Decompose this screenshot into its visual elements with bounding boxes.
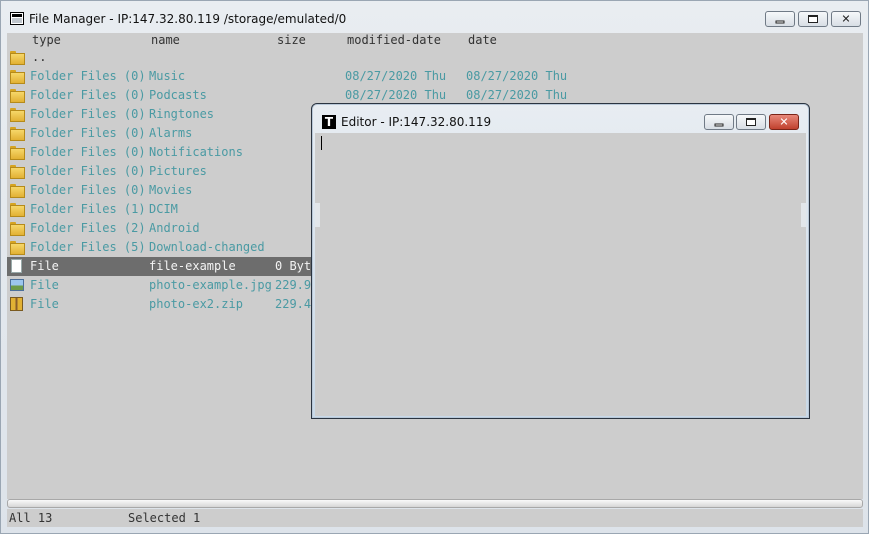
folder-row[interactable]: Folder Files (0) Alarms — [7, 124, 312, 143]
status-selected-count: Selected 1 — [128, 511, 201, 525]
status-all-count: All 13 — [9, 511, 53, 525]
minimize-icon — [775, 20, 785, 24]
row-name-cell: Podcasts — [149, 88, 207, 102]
row-name-cell: Pictures — [149, 164, 207, 178]
editor-close-button[interactable]: ✕ — [769, 114, 799, 130]
row-name-cell: file-example — [149, 259, 236, 273]
parent-directory-row[interactable]: .. — [7, 48, 312, 67]
column-header-modified-date[interactable]: modified-date — [347, 33, 441, 49]
column-header-type[interactable]: type — [32, 33, 61, 49]
text-caret — [321, 136, 322, 150]
status-bar: All 13 Selected 1 — [7, 509, 863, 527]
editor-titlebar[interactable]: T Editor - IP:147.32.80.119 ✕ — [312, 104, 809, 134]
row-name-cell: Ringtones — [149, 107, 215, 121]
maximize-button[interactable] — [798, 11, 828, 27]
editor-window: T Editor - IP:147.32.80.119 ✕ — [311, 103, 810, 419]
file-manager-titlebar[interactable]: File Manager - IP:147.32.80.119 /storage… — [1, 1, 868, 33]
editor-right-edge — [801, 203, 806, 227]
editor-minimize-button[interactable] — [704, 114, 734, 130]
folder-row[interactable]: Folder Files (5) Download-changed — [7, 238, 312, 257]
editor-left-edge — [315, 203, 320, 227]
row-type-cell: File — [30, 278, 59, 292]
folder-icon — [10, 51, 25, 65]
window-title: File Manager - IP:147.32.80.119 /storage… — [29, 12, 347, 26]
row-name-cell: Movies — [149, 183, 193, 197]
editor-title: Editor - IP:147.32.80.119 — [341, 115, 492, 129]
row-date-cell: 08/27/2020 Thu — [466, 69, 568, 83]
row-name-cell: Android — [149, 221, 200, 235]
folder-row[interactable]: Folder Files (0) Ringtones — [7, 105, 312, 124]
row-type-cell: Folder Files (0) — [30, 88, 146, 102]
folder-row[interactable]: Folder Files (1) DCIM — [7, 200, 312, 219]
row-name-cell: Alarms — [149, 126, 193, 140]
row-type-cell: Folder Files (5) — [30, 240, 146, 254]
file-manager-app-icon — [10, 12, 24, 25]
minimize-button[interactable] — [765, 11, 795, 27]
parent-directory-label: .. — [32, 50, 47, 64]
folder-icon — [10, 127, 25, 141]
folder-icon — [10, 146, 25, 160]
row-type-cell: Folder Files (0) — [30, 183, 146, 197]
folder-icon — [10, 70, 25, 84]
row-name-cell: Download-changed — [149, 240, 265, 254]
file-icon — [11, 259, 22, 273]
column-header-size[interactable]: size — [277, 33, 306, 49]
row-name-cell: photo-ex2.zip — [149, 297, 243, 311]
row-type-cell: Folder Files (0) — [30, 164, 146, 178]
folder-icon — [10, 165, 25, 179]
row-size-cell: 0 Byt — [275, 259, 312, 273]
row-type-cell: Folder Files (1) — [30, 202, 146, 216]
folder-row[interactable]: Folder Files (2) Android — [7, 219, 312, 238]
maximize-icon — [746, 118, 756, 126]
row-name-cell: Music — [149, 69, 186, 83]
text-editor-icon: T — [322, 115, 336, 129]
column-header-date[interactable]: date — [468, 33, 497, 49]
folder-icon — [10, 184, 25, 198]
zip-file-icon — [10, 297, 23, 311]
file-row[interactable]: File file-example 0 Byt — [7, 257, 312, 276]
row-modified-cell: 08/27/2020 Thu — [345, 69, 447, 83]
file-row[interactable]: File photo-ex2.zip 229.4 — [7, 295, 312, 314]
folder-icon — [10, 108, 25, 122]
minimize-icon — [714, 123, 724, 127]
folder-row[interactable]: Folder Files (0) Movies — [7, 181, 312, 200]
row-type-cell: Folder Files (0) — [30, 126, 146, 140]
editor-text-area[interactable] — [315, 133, 806, 416]
row-type-cell: Folder Files (0) — [30, 107, 146, 121]
row-name-cell: Notifications — [149, 145, 243, 159]
folder-row[interactable]: Folder Files (0) Notifications — [7, 143, 312, 162]
folder-row[interactable]: Folder Files (0) Music 08/27/2020 Thu 08/27… — [7, 67, 607, 86]
column-header-name[interactable]: name — [151, 33, 180, 49]
folder-icon — [10, 241, 25, 255]
close-icon: ✕ — [841, 12, 851, 26]
maximize-icon — [808, 15, 818, 23]
folder-icon — [10, 89, 25, 103]
row-type-cell: File — [30, 259, 59, 273]
folder-row[interactable]: Folder Files (0) Pictures — [7, 162, 312, 181]
row-name-cell: photo-example.jpg — [149, 278, 272, 292]
horizontal-scrollbar[interactable] — [7, 499, 863, 508]
row-size-cell: 229.4 — [275, 297, 312, 311]
row-name-cell: DCIM — [149, 202, 178, 216]
close-button[interactable]: ✕ — [831, 11, 861, 27]
file-row[interactable]: File photo-example.jpg 229.97 — [7, 276, 318, 295]
editor-maximize-button[interactable] — [736, 114, 766, 130]
folder-icon — [10, 222, 25, 236]
row-type-cell: Folder Files (0) — [30, 145, 146, 159]
row-type-cell: Folder Files (2) — [30, 221, 146, 235]
close-icon: ✕ — [779, 115, 789, 129]
row-type-cell: File — [30, 297, 59, 311]
image-file-icon — [10, 279, 24, 291]
row-type-cell: Folder Files (0) — [30, 69, 146, 83]
folder-icon — [10, 203, 25, 217]
